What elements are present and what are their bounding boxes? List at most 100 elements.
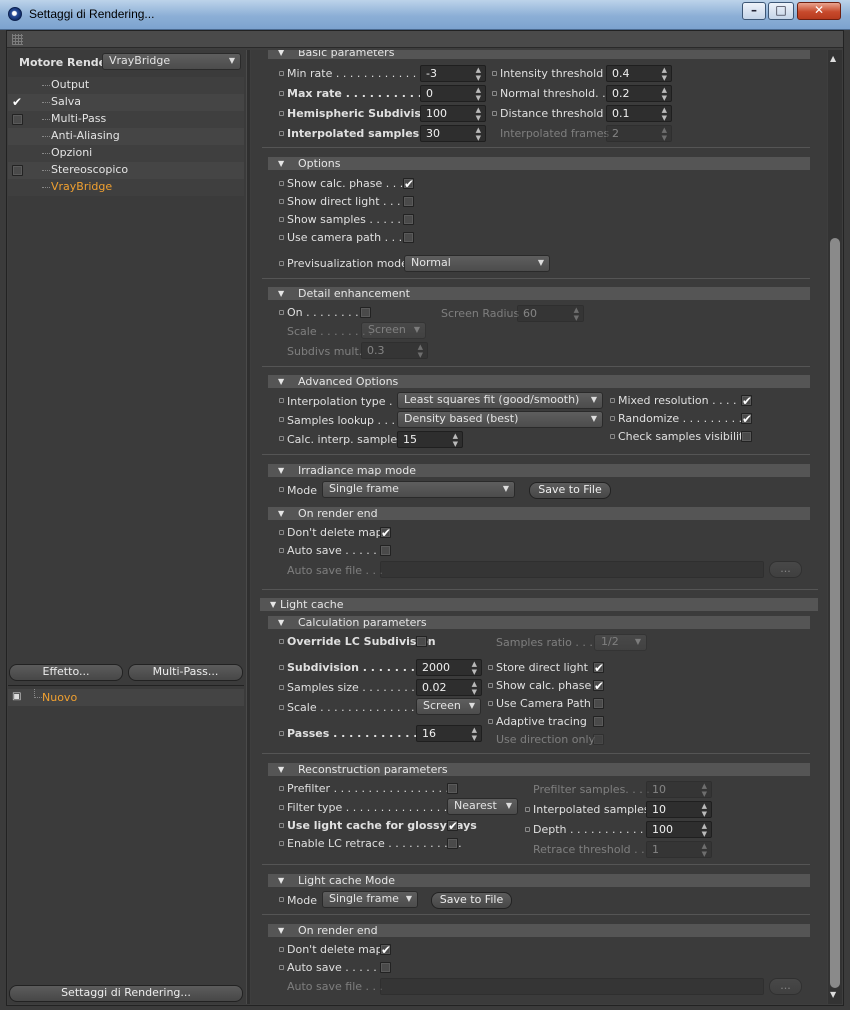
param-dot[interactable] — [279, 805, 284, 810]
renderer-select[interactable]: VrayBridge ▼ — [102, 53, 241, 70]
show-calc-phase-checkbox[interactable]: ✔ — [403, 178, 414, 190]
sidebar-item-vraybridge[interactable]: VrayBridge — [8, 179, 244, 196]
prefilter-samples-field[interactable]: 10 ▲ ▼ — [646, 781, 712, 798]
lc-auto-save-checkbox[interactable] — [380, 962, 391, 973]
mixed-resolution-checkbox[interactable]: ✔ — [741, 395, 752, 407]
prefilter-checkbox[interactable] — [447, 783, 458, 794]
samples-ratio-select[interactable]: 1/2 ▼ — [594, 634, 647, 651]
interpolated-frames-field[interactable]: 2 ▲ ▼ — [606, 125, 672, 142]
grip-icon[interactable] — [12, 34, 23, 45]
min-rate-field[interactable]: -3 ▲ ▼ — [420, 65, 486, 82]
param-dot[interactable] — [492, 71, 497, 76]
filter-type-select[interactable]: Nearest ▼ — [447, 798, 518, 815]
advanced-options-header[interactable]: ▼ Advanced Options — [268, 375, 810, 388]
param-dot[interactable] — [610, 434, 615, 439]
reconstruction-parameters-header[interactable]: ▼ Reconstruction parameters — [268, 763, 810, 776]
normal-threshold-field[interactable]: 0.2 ▲ ▼ — [606, 85, 672, 102]
check-samples-visibility-checkbox[interactable] — [741, 431, 752, 442]
lc-auto-save-file-field[interactable] — [380, 978, 764, 995]
lc-browse-button[interactable]: ... — [769, 978, 802, 995]
light-cache-header[interactable]: ▼ Light cache — [260, 598, 818, 611]
param-dot[interactable] — [525, 807, 530, 812]
param-dot[interactable] — [279, 91, 284, 96]
lc-show-calc-phase-checkbox[interactable]: ✔ — [593, 680, 604, 692]
store-direct-light-checkbox[interactable]: ✔ — [593, 662, 604, 674]
basic-parameters-header[interactable]: ▼ Basic parameters — [268, 50, 810, 59]
detail-on-checkbox[interactable] — [360, 307, 371, 318]
param-dot[interactable] — [279, 235, 284, 240]
scale-select[interactable]: Screen ▼ — [361, 322, 426, 339]
param-dot[interactable] — [279, 548, 284, 553]
param-dot[interactable] — [488, 683, 493, 688]
samples-size-field[interactable]: 0.02 ▲ ▼ — [416, 679, 482, 696]
lc-on-render-end-header[interactable]: ▼ On render end — [268, 924, 810, 937]
param-dot[interactable] — [279, 731, 284, 736]
param-dot[interactable] — [488, 719, 493, 724]
hemispheric-subdivision-field[interactable]: 100 ▲ ▼ — [420, 105, 486, 122]
enable-checkbox[interactable] — [12, 114, 23, 125]
lc-interpolated-samples-field[interactable]: 10 ▲ ▼ — [646, 801, 712, 818]
override-lc-subdivision-checkbox[interactable] — [416, 636, 427, 647]
detail-enhancement-header[interactable]: ▼ Detail enhancement — [268, 287, 810, 300]
param-dot[interactable] — [610, 416, 615, 421]
param-dot[interactable] — [279, 897, 284, 902]
lc-mode-select[interactable]: Single frame ▼ — [322, 891, 418, 908]
param-dot[interactable] — [610, 398, 615, 403]
adaptive-tracing-checkbox[interactable] — [593, 716, 604, 727]
lc-dont-delete-map-checkbox[interactable]: ✔ — [380, 944, 391, 956]
param-dot[interactable] — [279, 841, 284, 846]
pane-divider[interactable] — [246, 50, 250, 1004]
param-dot[interactable] — [279, 310, 284, 315]
param-dot[interactable] — [279, 639, 284, 644]
use-direction-only-checkbox[interactable] — [593, 734, 604, 745]
param-dot[interactable] — [279, 261, 284, 266]
sidebar-item-salva[interactable]: ✔ Salva — [8, 94, 244, 111]
glossy-rays-checkbox[interactable]: ✔ — [447, 820, 458, 832]
options-header[interactable]: ▼ Options — [268, 157, 810, 170]
param-dot[interactable] — [279, 487, 284, 492]
dont-delete-map-checkbox[interactable]: ✔ — [380, 527, 391, 539]
param-dot[interactable] — [492, 91, 497, 96]
param-dot[interactable] — [488, 701, 493, 706]
render-settings-button[interactable]: Settaggi di Rendering... — [9, 985, 243, 1002]
sidebar-item-multipass[interactable]: Multi-Pass — [8, 111, 244, 128]
param-dot[interactable] — [279, 131, 284, 136]
irradiance-mode-select[interactable]: Single frame ▼ — [322, 481, 515, 498]
param-dot[interactable] — [279, 111, 284, 116]
retrace-threshold-field[interactable]: 1 ▲ ▼ — [646, 841, 712, 858]
param-dot[interactable] — [279, 685, 284, 690]
save-to-file-button[interactable]: Save to File — [529, 482, 611, 499]
param-dot[interactable] — [279, 665, 284, 670]
enable-lc-retrace-checkbox[interactable] — [447, 838, 458, 849]
minimize-button[interactable]: – — [742, 2, 766, 20]
distance-threshold-field[interactable]: 0.1 ▲ ▼ — [606, 105, 672, 122]
param-dot[interactable] — [279, 823, 284, 828]
subdivision-field[interactable]: 2000 ▲ ▼ — [416, 659, 482, 676]
close-button[interactable]: ✕ — [797, 2, 841, 20]
lc-save-to-file-button[interactable]: Save to File — [431, 892, 512, 909]
depth-field[interactable]: 100 ▲ ▼ — [646, 821, 712, 838]
param-dot[interactable] — [279, 530, 284, 535]
param-dot[interactable] — [279, 71, 284, 76]
param-dot[interactable] — [279, 199, 284, 204]
on-render-end-header[interactable]: ▼ On render end — [268, 507, 810, 520]
effect-button[interactable]: Effetto... — [9, 664, 123, 681]
sidebar-item-antialiasing[interactable]: Anti-Aliasing — [8, 128, 244, 145]
screen-radius-field[interactable]: 60 ▲ ▼ — [517, 305, 584, 322]
max-rate-field[interactable]: 0 ▲ ▼ — [420, 85, 486, 102]
intensity-threshold-field[interactable]: 0.4 ▲ ▼ — [606, 65, 672, 82]
multipass-button[interactable]: Multi-Pass... — [128, 664, 243, 681]
param-dot[interactable] — [279, 947, 284, 952]
show-direct-light-checkbox[interactable] — [403, 196, 414, 207]
param-dot[interactable] — [279, 436, 284, 441]
auto-save-file-field[interactable] — [380, 561, 764, 578]
param-dot[interactable] — [279, 786, 284, 791]
param-dot[interactable] — [279, 965, 284, 970]
checkmark-icon[interactable]: ✔ — [12, 96, 22, 108]
calculation-parameters-header[interactable]: ▼ Calculation parameters — [268, 616, 810, 629]
param-dot[interactable] — [488, 665, 493, 670]
param-dot[interactable] — [279, 417, 284, 422]
param-dot[interactable] — [279, 398, 284, 403]
lc-use-camera-path-checkbox[interactable] — [593, 698, 604, 709]
randomize-checkbox[interactable]: ✔ — [741, 413, 752, 425]
